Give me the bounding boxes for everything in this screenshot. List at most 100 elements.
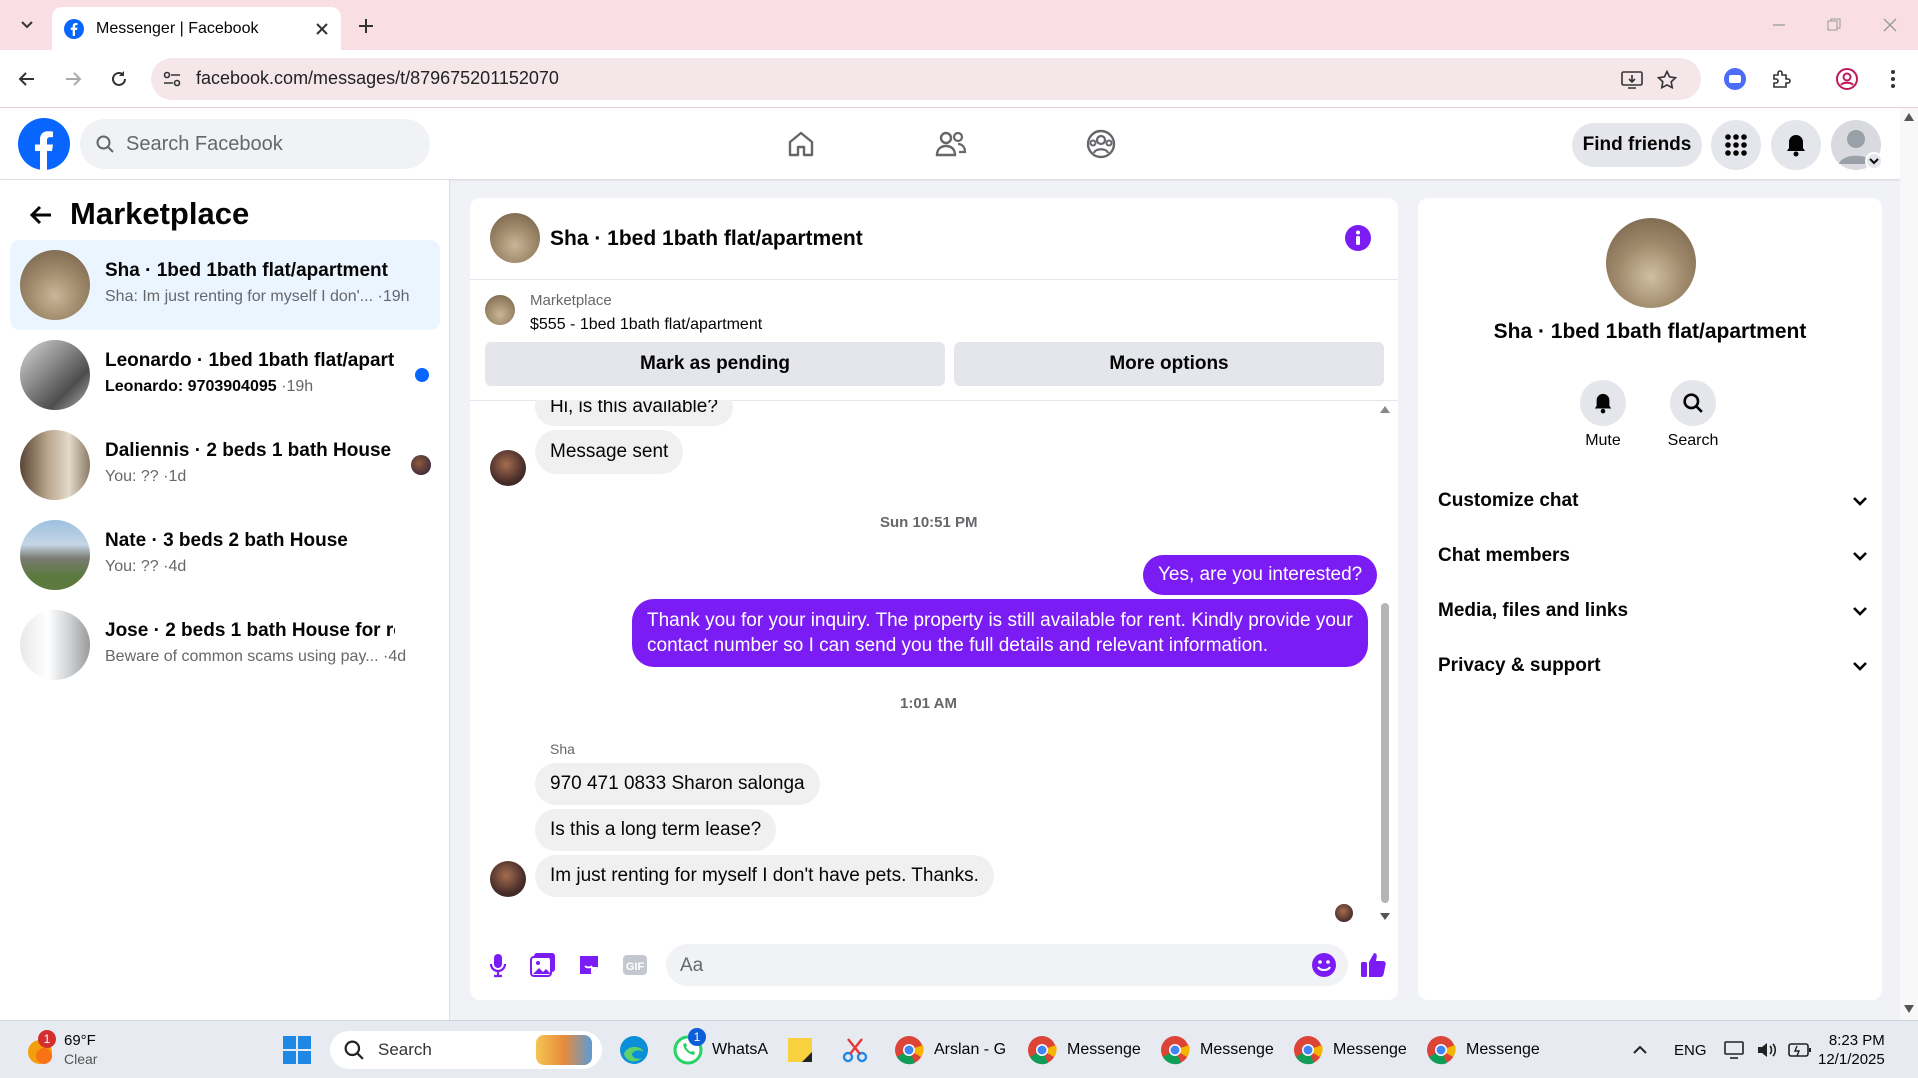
- whatsapp-badge: 1: [688, 1028, 706, 1046]
- reload-icon[interactable]: [104, 64, 134, 94]
- search-label: Search: [1667, 432, 1719, 449]
- message-bubble[interactable]: Thank you for your inquiry. The property…: [632, 599, 1368, 667]
- taskbar-search[interactable]: Search: [330, 1031, 602, 1069]
- avatar: [20, 520, 90, 590]
- back-icon[interactable]: [12, 64, 42, 94]
- message-input[interactable]: Aa: [666, 944, 1348, 986]
- account-avatar[interactable]: [1831, 120, 1883, 170]
- forward-icon[interactable]: [58, 64, 88, 94]
- conversation-item[interactable]: Sha · 1bed 1bath flat/apartment Sha: Im …: [10, 240, 440, 330]
- media-files-links-row[interactable]: Media, files and links: [1438, 598, 1868, 624]
- listing-thumbnail: [485, 295, 515, 325]
- clock-time: 8:23 PM: [1828, 1032, 1885, 1049]
- listing-price[interactable]: $555 - 1bed 1bath flat/apartment: [530, 316, 762, 334]
- sticky-notes-app[interactable]: [786, 1031, 814, 1069]
- seen-avatar: [411, 455, 431, 475]
- browser-toolbar: facebook.com/messages/t/879675201152070: [0, 50, 1918, 108]
- address-bar[interactable]: facebook.com/messages/t/879675201152070: [151, 58, 1701, 100]
- emoji-icon[interactable]: [1310, 951, 1338, 979]
- profile-icon[interactable]: [1832, 64, 1862, 94]
- chrome-app-messenger[interactable]: Messenge: [1027, 1031, 1141, 1069]
- browser-tab-messenger[interactable]: Messenger | Facebook: [52, 7, 341, 50]
- chrome-app-arslan[interactable]: Arslan - G: [894, 1031, 1006, 1069]
- microphone-icon[interactable]: [484, 950, 512, 980]
- info-icon[interactable]: [1345, 225, 1371, 251]
- mute-button[interactable]: [1580, 380, 1626, 426]
- chrome-app-messenger[interactable]: Messenge: [1426, 1031, 1540, 1069]
- show-hidden-icons[interactable]: [1632, 1031, 1648, 1069]
- unread-dot: [415, 368, 429, 382]
- photo-icon[interactable]: [528, 950, 558, 980]
- message-bubble[interactable]: Is this a long term lease?: [535, 809, 777, 851]
- message-bubble[interactable]: Yes, are you interested?: [1143, 555, 1378, 595]
- new-tab-icon[interactable]: [352, 12, 380, 40]
- groups-nav-icon[interactable]: [1078, 124, 1124, 164]
- conversation-item[interactable]: Nate · 3 beds 2 bath House You: ?? ·4d: [10, 510, 440, 600]
- chevron-down-icon: [1852, 551, 1868, 561]
- site-info-icon[interactable]: [161, 68, 183, 90]
- back-arrow-icon[interactable]: [26, 200, 56, 230]
- clock[interactable]: 8:23 PM 12/1/2025: [1818, 1031, 1885, 1069]
- chrome-app-messenger[interactable]: Messenge: [1160, 1031, 1274, 1069]
- facebook-logo-icon[interactable]: [18, 118, 70, 170]
- start-button[interactable]: [282, 1031, 312, 1069]
- language-indicator[interactable]: ENG: [1674, 1031, 1707, 1069]
- chat-scrollbar[interactable]: [1378, 403, 1392, 923]
- page-scrollbar[interactable]: [1900, 108, 1918, 1020]
- extension-icon[interactable]: [1720, 64, 1750, 94]
- restore-icon[interactable]: [1820, 12, 1848, 38]
- sticker-icon[interactable]: [574, 950, 604, 980]
- bell-icon: [1785, 133, 1807, 157]
- chrome-app-label: Messenge: [1200, 1041, 1274, 1058]
- search-highlight-icon: [536, 1035, 592, 1065]
- mark-as-pending-button[interactable]: Mark as pending: [485, 342, 945, 386]
- minimize-icon[interactable]: [1765, 12, 1793, 38]
- notifications-button[interactable]: [1771, 120, 1821, 170]
- conversation-item[interactable]: Leonardo · 1bed 1bath flat/apart... Leon…: [10, 330, 440, 420]
- weather-temp: 69°F: [64, 1032, 96, 1049]
- scrollbar-thumb[interactable]: [1381, 603, 1389, 903]
- conversation-item[interactable]: Daliennis · 2 beds 1 bath House ... You:…: [10, 420, 440, 510]
- conversation-snippet: Beware of common scams using pay... ·4d: [105, 648, 407, 665]
- facebook-search-input[interactable]: Search Facebook: [80, 119, 430, 169]
- weather-widget[interactable]: 1 69°F Clear: [24, 1030, 97, 1069]
- message-bubble[interactable]: Hi, is this available?: [535, 400, 733, 426]
- message-bubble[interactable]: 970 471 0833 Sharon salonga: [535, 763, 820, 805]
- message-bubble[interactable]: Im just renting for myself I don't have …: [535, 855, 994, 897]
- facebook-header: Search Facebook Find friends: [0, 108, 1900, 179]
- whatsapp-app[interactable]: 1 WhatsA: [672, 1028, 768, 1069]
- customize-chat-row[interactable]: Customize chat: [1438, 488, 1868, 514]
- conversation-item[interactable]: Jose · 2 beds 1 bath House for rent Bewa…: [10, 600, 440, 690]
- find-friends-button[interactable]: Find friends: [1572, 123, 1702, 167]
- chat-panel: Sha · 1bed 1bath flat/apartment Marketpl…: [470, 198, 1398, 1000]
- chat-members-row[interactable]: Chat members: [1438, 543, 1868, 569]
- extensions-puzzle-icon[interactable]: [1766, 64, 1796, 94]
- chrome-app-messenger[interactable]: Messenge: [1293, 1031, 1407, 1069]
- chat-avatar[interactable]: [490, 213, 540, 263]
- system-tray-icons[interactable]: [1724, 1031, 1812, 1069]
- chat-header: Sha · 1bed 1bath flat/apartment: [470, 198, 1398, 280]
- search-in-chat-button[interactable]: [1670, 380, 1716, 426]
- more-options-button[interactable]: More options: [954, 342, 1384, 386]
- browser-menu-icon[interactable]: [1878, 64, 1908, 94]
- weather-sun-icon: 1: [24, 1030, 56, 1066]
- details-title: Sha · 1bed 1bath flat/apartment: [1493, 320, 1807, 343]
- menu-grid-button[interactable]: [1711, 120, 1761, 170]
- gif-icon[interactable]: GIF: [620, 950, 650, 980]
- chevron-down-icon: [1852, 496, 1868, 506]
- snipping-tool-app[interactable]: [840, 1031, 870, 1069]
- home-nav-icon[interactable]: [778, 124, 824, 164]
- read-receipt-avatar: [1335, 904, 1353, 922]
- install-app-icon[interactable]: [1619, 67, 1645, 93]
- close-window-icon[interactable]: [1876, 12, 1904, 38]
- edge-app[interactable]: [618, 1031, 650, 1069]
- thumbs-up-icon[interactable]: [1356, 948, 1390, 982]
- bookmark-star-icon[interactable]: [1654, 67, 1680, 93]
- tab-close-icon[interactable]: [315, 22, 329, 36]
- conversation-title: Leonardo · 1bed 1bath flat/apart...: [105, 350, 395, 371]
- privacy-support-row[interactable]: Privacy & support: [1438, 653, 1868, 679]
- message-bubble[interactable]: Message sent: [535, 430, 684, 474]
- chat-title[interactable]: Sha · 1bed 1bath flat/apartment: [550, 227, 863, 251]
- friends-nav-icon[interactable]: [928, 124, 974, 164]
- tab-search-chevron-icon[interactable]: [14, 12, 40, 38]
